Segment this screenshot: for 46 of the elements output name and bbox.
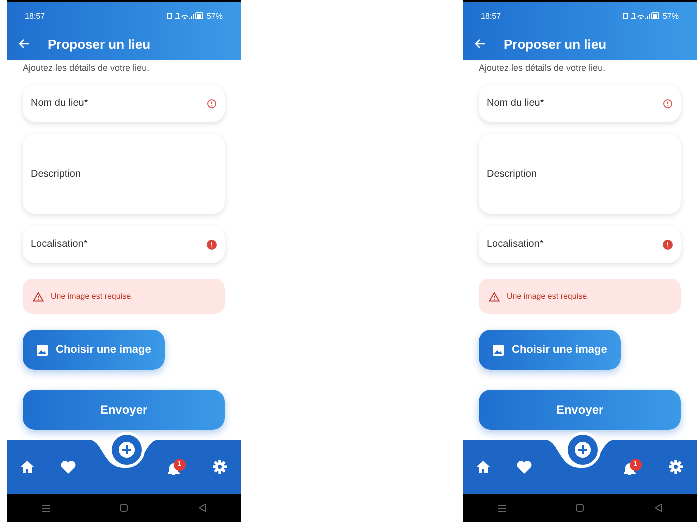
signal-icons <box>622 12 660 20</box>
back-button[interactable] <box>19 39 30 49</box>
input-field[interactable]: Localisation* <box>23 226 225 263</box>
plus-icon <box>574 441 592 459</box>
input-field[interactable]: Localisation* <box>479 226 681 263</box>
subtitle: Ajoutez les détails de votre lieu. <box>22 62 151 75</box>
menu-icon[interactable] <box>42 504 50 512</box>
battery-level: 57% <box>662 12 679 20</box>
settings-icon[interactable] <box>669 460 684 474</box>
back-triangle-icon[interactable] <box>198 504 206 512</box>
heart-icon[interactable] <box>517 460 532 474</box>
back-triangle-icon[interactable] <box>654 504 662 512</box>
input-field[interactable]: Description <box>479 134 681 214</box>
choose-image-button[interactable]: Choisir une image <box>23 330 166 370</box>
plus-icon <box>118 441 136 459</box>
alert-icon <box>207 98 217 108</box>
home-square-icon[interactable] <box>120 504 128 512</box>
signal-icons <box>166 12 204 20</box>
battery-level: 57% <box>206 12 223 20</box>
image-icon <box>493 344 504 356</box>
settings-icon[interactable] <box>213 460 228 474</box>
menu-icon[interactable] <box>498 504 506 512</box>
back-button[interactable] <box>475 39 486 49</box>
alert-icon <box>207 240 217 250</box>
image-icon <box>37 344 48 356</box>
page-title: Proposer un lieu <box>504 36 607 52</box>
input-field[interactable]: Description <box>23 134 225 214</box>
alert-icon <box>663 240 673 250</box>
input-field[interactable]: Nom du lieu* <box>479 85 681 122</box>
error-message: Une image est requise. <box>23 279 225 314</box>
status-time: 18:57 <box>481 12 502 20</box>
input-field[interactable]: Nom du lieu* <box>23 85 225 122</box>
page-title: Proposer un lieu <box>48 36 151 52</box>
warning-icon <box>489 292 500 302</box>
choose-image-button[interactable]: Choisir une image <box>479 330 622 370</box>
home-icon[interactable] <box>20 461 34 473</box>
heart-icon[interactable] <box>61 460 76 474</box>
error-message: Une image est requise. <box>479 279 681 314</box>
alert-icon <box>663 98 673 108</box>
subtitle: Ajoutez les détails de votre lieu. <box>478 62 607 75</box>
warning-icon <box>33 292 44 302</box>
home-square-icon[interactable] <box>576 504 584 512</box>
status-time: 18:57 <box>25 12 46 20</box>
submit-button[interactable]: Envoyer <box>23 390 225 430</box>
submit-button[interactable]: Envoyer <box>479 390 681 430</box>
home-icon[interactable] <box>476 461 490 473</box>
